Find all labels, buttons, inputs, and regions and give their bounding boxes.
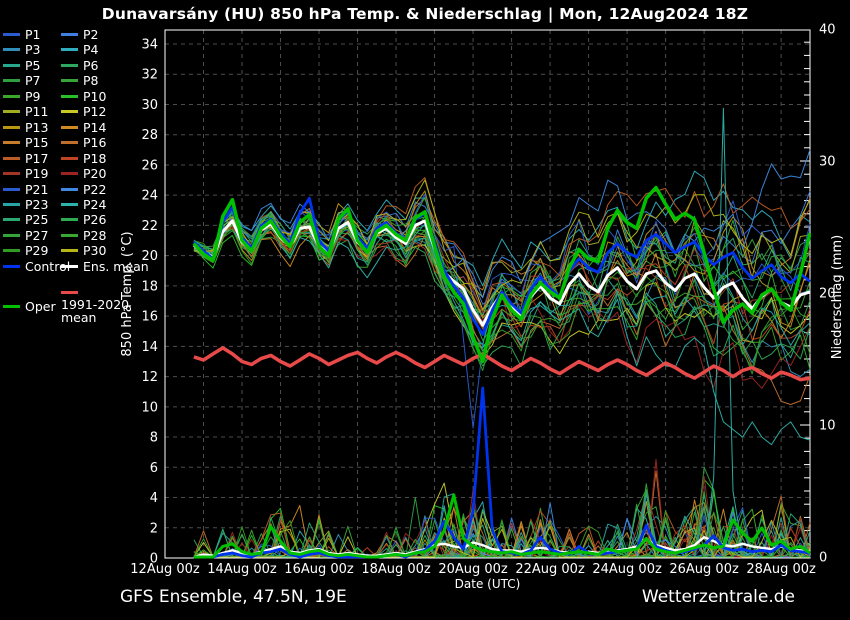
y-left-tick-label: 22 xyxy=(141,219,158,234)
x-tick-label: 14Aug 00z xyxy=(207,562,277,577)
series-lines xyxy=(194,108,810,557)
x-tick-label: 24Aug 00z xyxy=(592,562,662,577)
y-right-tick-label: 40 xyxy=(819,23,836,38)
tick-labels: 0246810121416182022242628303234010203040… xyxy=(130,23,835,578)
y-left-axis-title: 850 hPa Temp. (°C) xyxy=(120,231,135,356)
climate-mean-temp xyxy=(194,348,810,380)
member-precip-P24 xyxy=(194,108,810,557)
y-left-tick-label: 28 xyxy=(141,128,158,143)
y-left-tick-label: 16 xyxy=(141,310,158,325)
x-tick-label: 18Aug 00z xyxy=(361,562,431,577)
x-tick-label: 22Aug 00z xyxy=(515,562,585,577)
meteogram-chart: Dunavarsány (HU) 850 hPa Temp. & Nieders… xyxy=(0,0,850,620)
y-left-tick-label: 14 xyxy=(141,340,158,355)
y-left-tick-label: 24 xyxy=(141,189,158,204)
y-left-tick-label: 4 xyxy=(150,491,158,506)
plot-area: 0246810121416182022242628303234010203040… xyxy=(0,0,850,620)
footer-brand: Wetterzentrale.de xyxy=(642,587,795,607)
y-left-tick-label: 20 xyxy=(141,249,158,264)
x-tick-label: 20Aug 00z xyxy=(438,562,508,577)
y-left-tick-label: 30 xyxy=(141,98,158,113)
y-right-tick-label: 10 xyxy=(819,419,836,434)
y-left-tick-label: 8 xyxy=(150,431,158,446)
y-left-tick-label: 34 xyxy=(141,38,158,53)
y-left-tick-label: 6 xyxy=(150,461,158,476)
y-left-tick-label: 26 xyxy=(141,158,158,173)
y-right-tick-label: 30 xyxy=(819,155,836,170)
footer-model-info: GFS Ensemble, 47.5N, 19E xyxy=(120,587,347,607)
x-tick-label: 26Aug 00z xyxy=(669,562,739,577)
x-tick-label: 28Aug 00z xyxy=(746,562,816,577)
y-left-tick-label: 10 xyxy=(141,400,158,415)
y-right-tick-label: 0 xyxy=(819,551,827,566)
y-right-axis-title: Niederschlag (mm) xyxy=(830,235,845,360)
x-tick-label: 12Aug 00z xyxy=(130,562,200,577)
y-left-tick-label: 12 xyxy=(141,370,158,385)
y-left-tick-label: 32 xyxy=(141,68,158,83)
y-left-tick-label: 18 xyxy=(141,279,158,294)
y-left-tick-label: 2 xyxy=(150,521,158,536)
x-tick-label: 16Aug 00z xyxy=(284,562,354,577)
